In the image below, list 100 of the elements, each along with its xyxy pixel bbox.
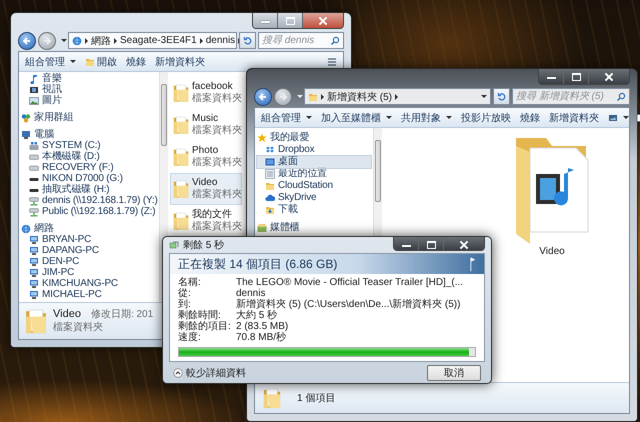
field-label: 剩餘時間: — [178, 310, 222, 321]
folder-icon — [263, 386, 281, 410]
back-button[interactable] — [254, 88, 272, 106]
nav-item[interactable]: 圖片 — [21, 95, 157, 106]
pc-icon — [29, 246, 39, 256]
toolbar-button[interactable]: 投影片放映 — [459, 110, 513, 125]
nav-item[interactable]: dennis (\\192.168.1.79) (Y:) — [21, 195, 157, 206]
globe-icon — [21, 224, 31, 234]
nav-item[interactable]: 下載 — [257, 204, 371, 216]
field-label: 速度: — [178, 332, 202, 343]
pc-icon — [29, 256, 39, 266]
folder-item[interactable]: Video — [512, 134, 592, 257]
nav-item[interactable]: BRYAN-PC — [21, 234, 157, 245]
toolbar-button[interactable]: 燒錄 — [124, 54, 148, 69]
file-item[interactable]: facebook 檔案資料夾 — [171, 78, 241, 108]
folder-icon — [85, 56, 95, 66]
nav-item[interactable]: 家用群組 — [21, 112, 157, 123]
maximize-button[interactable] — [564, 69, 589, 84]
breadcrumb-item[interactable]: 新增資料夾 (5) — [327, 90, 392, 104]
nav-item[interactable]: CloudStation — [257, 180, 371, 192]
forward-button[interactable] — [274, 88, 292, 106]
nav-item[interactable]: RECOVERY (F:) — [21, 162, 157, 173]
nav-item[interactable]: 媒體櫃 — [257, 222, 371, 234]
flag-icon — [468, 255, 476, 273]
nav-item[interactable]: 視訊 — [21, 84, 157, 95]
nav-item[interactable]: SYSTEM (C:) — [21, 140, 157, 151]
network-icon — [72, 36, 82, 46]
toolbar-button[interactable]: 組合管理 — [259, 110, 314, 125]
toolbar-button[interactable]: 加入至媒體櫃 — [319, 110, 394, 125]
field-label: 從: — [178, 288, 192, 299]
refresh-icon — [496, 92, 506, 102]
search-icon — [330, 36, 340, 46]
caret-icon — [70, 60, 76, 63]
minimize-button[interactable] — [394, 237, 419, 250]
caret-icon — [386, 116, 392, 119]
file-item[interactable]: Music 檔案資料夾 — [171, 110, 241, 140]
refresh-button[interactable] — [239, 32, 256, 49]
nav-item[interactable]: JIM-PC — [21, 267, 157, 278]
file-item[interactable]: Video 檔案資料夾 — [171, 174, 241, 204]
chevron-icon — [395, 94, 398, 100]
file-item[interactable]: 我的文件 檔案資料夾 — [171, 206, 241, 236]
breadcrumb-item[interactable]: dennis — [206, 35, 236, 46]
picture-icon — [29, 96, 39, 106]
chevron-icon — [114, 38, 117, 44]
refresh-button[interactable] — [493, 88, 510, 105]
minimize-button[interactable] — [253, 13, 278, 28]
nav-item[interactable]: MICHAEL-PC — [21, 289, 157, 300]
nav-item[interactable]: 我的最愛 — [257, 132, 371, 144]
nav-item[interactable]: SkyDrive — [257, 192, 371, 204]
forward-button[interactable] — [38, 32, 56, 50]
cloud-icon — [265, 193, 275, 203]
maximize-button[interactable] — [419, 237, 444, 250]
nav-item[interactable]: 音樂 — [21, 73, 157, 84]
nav-item[interactable]: DEN-PC — [21, 256, 157, 267]
close-button[interactable] — [303, 13, 343, 28]
toolbar-button[interactable]: 組合管理 — [23, 54, 78, 69]
homegroup-icon — [21, 112, 31, 122]
pc-icon — [29, 278, 39, 288]
nav-item[interactable]: 本機磁碟 (D:) — [21, 151, 157, 162]
field-value: dennis — [236, 288, 266, 299]
cancel-button[interactable]: 取消 — [427, 364, 481, 380]
arrow-right-icon — [42, 36, 52, 46]
file-type: 檔案資料夾 — [53, 321, 104, 334]
arrow-left-icon — [258, 92, 268, 102]
search-field[interactable]: 搜尋 dennis — [258, 32, 344, 49]
minimize-button[interactable] — [539, 69, 564, 84]
less-details-button[interactable]: 較少詳細資料 — [173, 366, 246, 380]
library-icon — [257, 223, 267, 233]
nav-item[interactable]: NIKON D7000 (G:) — [21, 173, 157, 184]
pc-icon — [29, 234, 39, 244]
back-button[interactable] — [18, 32, 36, 50]
nav-item[interactable]: 桌面 — [257, 156, 371, 168]
address-bar[interactable]: 網路 Seagate-3EE4F1 dennis — [68, 32, 237, 49]
chevron-icon — [321, 94, 324, 100]
music-note-icon — [29, 74, 39, 84]
toolbar-button[interactable]: 開啟 — [83, 54, 119, 69]
caret-icon — [306, 116, 312, 119]
nav-item[interactable]: 抽取式磁碟 (H:) — [21, 184, 157, 195]
close-button[interactable] — [589, 69, 629, 84]
toolbar-button[interactable]: 新增資料夾 — [547, 110, 601, 125]
nav-item[interactable]: 網路 — [21, 223, 157, 234]
address-bar[interactable]: 新增資料夾 (5) — [304, 88, 491, 105]
nav-item[interactable]: 電腦 — [21, 129, 157, 140]
breadcrumb-item[interactable]: Seagate-3EE4F1 — [120, 35, 197, 46]
toolbar-button[interactable]: 新增資料夾 — [153, 54, 207, 69]
file-item[interactable]: Photo 檔案資料夾 — [171, 142, 241, 172]
breadcrumb-item[interactable]: 網路 — [91, 34, 111, 48]
nav-item[interactable]: Dropbox — [257, 144, 371, 156]
folder-icon — [308, 92, 318, 102]
view-icon — [327, 56, 337, 66]
close-button[interactable] — [444, 237, 484, 250]
dialog-heading: 正在複製 14 個項目 (6.86 GB) — [178, 256, 338, 272]
dialog-title: 剩餘 5 秒 — [183, 238, 224, 252]
caret-icon — [623, 116, 629, 119]
nav-item[interactable]: Public (\\192.168.1.79) (Z:) — [21, 206, 157, 217]
maximize-button[interactable] — [278, 13, 303, 28]
nav-item[interactable]: KIMCHUANG-PC — [21, 278, 157, 289]
nav-item[interactable]: DAPANG-PC — [21, 245, 157, 256]
toolbar-button[interactable]: 燒錄 — [518, 110, 542, 125]
toolbar-button[interactable]: 共用對象 — [399, 110, 454, 125]
